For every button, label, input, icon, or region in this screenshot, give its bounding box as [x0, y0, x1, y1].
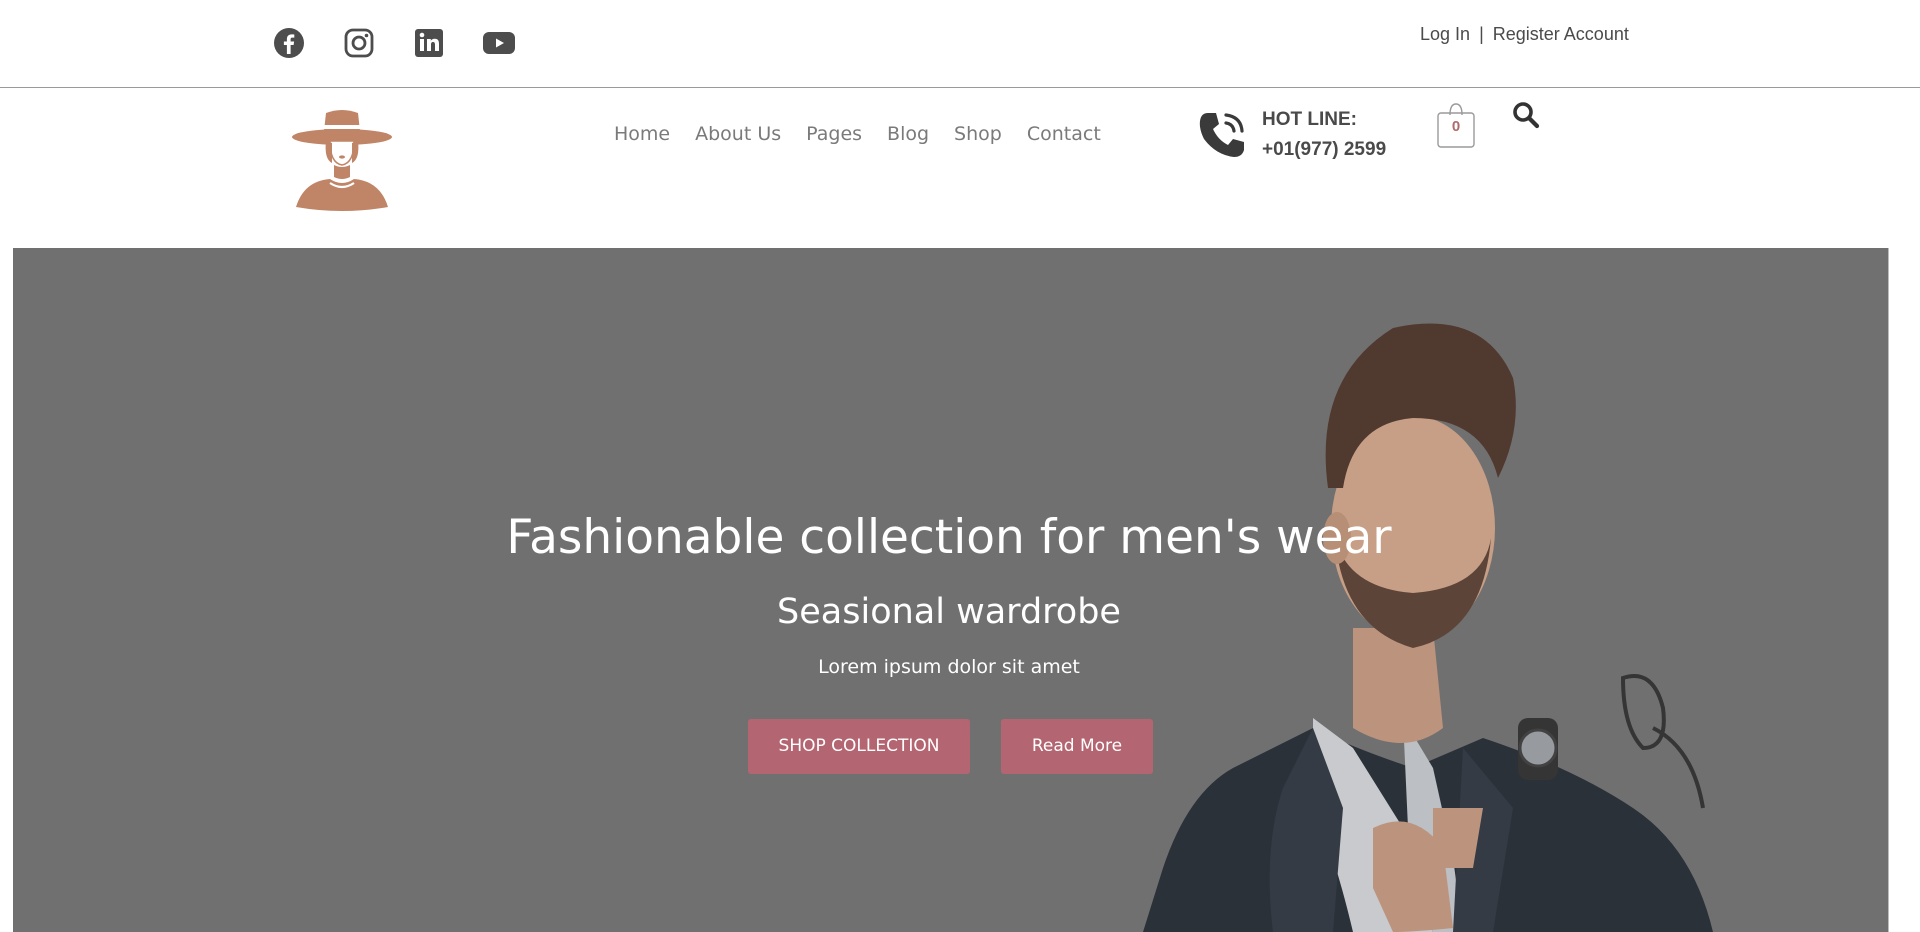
hero-model-image: [13, 248, 1888, 932]
hotline-number[interactable]: +01(977) 2599: [1262, 135, 1386, 165]
phone-icon: [1196, 109, 1248, 161]
page: Log In | Register Account Home About Us …: [0, 0, 1920, 932]
auth-links: Log In | Register Account: [1420, 24, 1629, 45]
hotline: HOT LINE: +01(977) 2599: [1196, 105, 1386, 165]
nav-pages[interactable]: Pages: [806, 123, 862, 145]
hotline-label: HOT LINE:: [1262, 109, 1357, 130]
auth-separator: |: [1479, 24, 1484, 44]
search-icon[interactable]: [1512, 101, 1540, 129]
cart-button[interactable]: 0: [1437, 101, 1475, 149]
top-bar: Log In | Register Account: [0, 0, 1920, 88]
main-header: Home About Us Pages Blog Shop Contact HO…: [0, 89, 1920, 248]
hero-banner: Fashionable collection for men's wear Se…: [13, 248, 1888, 932]
youtube-icon[interactable]: [482, 26, 516, 60]
nav-contact[interactable]: Contact: [1027, 123, 1101, 145]
nav-shop[interactable]: Shop: [954, 123, 1002, 145]
hero-right-border: [1888, 248, 1889, 932]
login-link[interactable]: Log In: [1420, 24, 1470, 44]
hero-buttons: SHOP COLLECTION Read More: [748, 719, 1153, 774]
linkedin-icon[interactable]: [412, 26, 446, 60]
nav-about-us[interactable]: About Us: [695, 123, 781, 145]
woman-with-hat-logo: [292, 110, 392, 211]
instagram-icon[interactable]: [342, 26, 376, 60]
register-link[interactable]: Register Account: [1493, 24, 1629, 44]
facebook-icon[interactable]: [272, 26, 306, 60]
cart-count: 0: [1451, 118, 1461, 135]
nav-home[interactable]: Home: [614, 123, 670, 145]
hotline-text: HOT LINE: +01(977) 2599: [1262, 105, 1386, 165]
shop-collection-button[interactable]: SHOP COLLECTION: [748, 719, 970, 774]
site-logo[interactable]: [290, 107, 394, 211]
read-more-button[interactable]: Read More: [1001, 719, 1153, 774]
main-nav: Home About Us Pages Blog Shop Contact: [614, 123, 1101, 145]
social-links: [272, 26, 516, 60]
nav-blog[interactable]: Blog: [887, 123, 929, 145]
